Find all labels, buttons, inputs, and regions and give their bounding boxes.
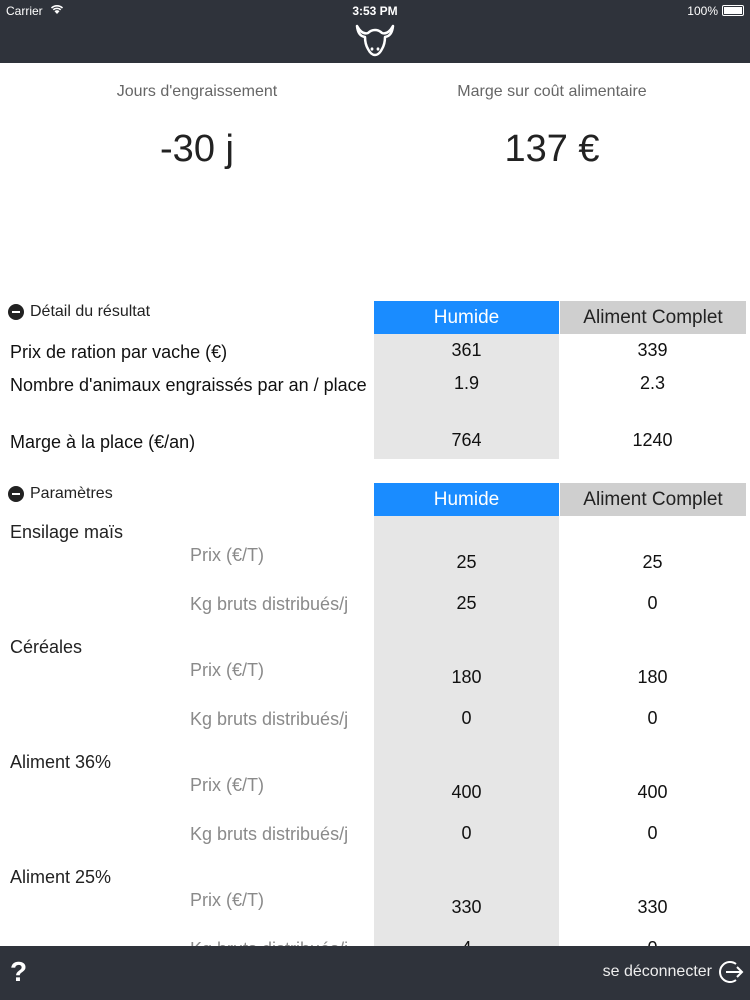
parametres-humide-column-bg <box>374 516 559 946</box>
battery-icon <box>722 5 744 16</box>
prix-label: Prix (€/T) <box>190 660 264 680</box>
group-label: Aliment 25% <box>10 867 112 887</box>
clock: 3:53 PM <box>352 4 398 18</box>
kg-label: Kg bruts distribués/j <box>190 709 349 729</box>
bottom-bar: ? se déconnecter <box>0 946 750 1000</box>
jours-engraissement-label: Jours d'engraissement <box>116 83 278 100</box>
detail-row-label: Prix de ration par vache (€) <box>10 342 228 362</box>
detail-cell-aliment: 2.3 <box>639 373 666 393</box>
logout-button[interactable]: se déconnecter <box>603 958 744 986</box>
logout-arrow-icon <box>716 958 744 986</box>
parametres-column-aliment-complet[interactable]: Aliment Complet <box>560 483 746 516</box>
kg-humide-input[interactable]: 25 <box>374 593 559 614</box>
battery-percent: 100% <box>687 4 718 18</box>
detail-column-humide[interactable]: Humide <box>374 301 559 334</box>
detail-cell-humide: 764 <box>451 430 482 450</box>
prix-label: Prix (€/T) <box>190 890 264 910</box>
detail-row-label: Marge à la place (€/an) <box>10 432 196 452</box>
prix-humide-input[interactable]: 330 <box>374 897 559 918</box>
kg-humide-input[interactable]: 0 <box>374 708 559 729</box>
detail-cell-aliment: 1240 <box>632 430 673 450</box>
prix-aliment-input[interactable]: 400 <box>560 782 745 803</box>
marge-cout-value: 137 € <box>504 128 600 170</box>
prix-humide-input[interactable]: 180 <box>374 667 559 688</box>
kg-aliment-input[interactable]: 0 <box>560 823 745 844</box>
detail-section-title: Détail du résultat <box>30 303 151 320</box>
help-button[interactable]: ? <box>10 956 27 988</box>
kg-label: Kg bruts distribués/j <box>190 824 349 844</box>
logout-label: se déconnecter <box>602 963 712 980</box>
marge-cout-label: Marge sur coût alimentaire <box>457 83 647 100</box>
collapse-minus-icon <box>8 486 24 502</box>
prix-humide-input[interactable]: 25 <box>374 552 559 573</box>
kg-aliment-input[interactable]: 0 <box>560 708 745 729</box>
detail-cell-aliment: 339 <box>637 340 668 360</box>
kg-aliment-input[interactable]: 0 <box>560 593 745 614</box>
group-label: Ensilage maïs <box>10 522 124 542</box>
status-bar: Carrier 3:53 PM 100% <box>0 0 750 20</box>
top-bar: Carrier 3:53 PM 100% <box>0 0 750 63</box>
prix-humide-input[interactable]: 400 <box>374 782 559 803</box>
parametres-section-toggle[interactable]: Paramètres <box>8 485 113 503</box>
prix-label: Prix (€/T) <box>190 545 264 565</box>
group-label: Aliment 36% <box>10 752 112 772</box>
prix-label: Prix (€/T) <box>190 775 264 795</box>
detail-cell-humide: 1.9 <box>453 373 480 393</box>
collapse-minus-icon <box>8 304 24 320</box>
prix-aliment-input[interactable]: 330 <box>560 897 745 918</box>
cow-head-logo-icon <box>354 22 396 58</box>
jours-engraissement-value: -30 j <box>160 128 234 170</box>
prix-aliment-input[interactable]: 180 <box>560 667 745 688</box>
detail-column-aliment-complet[interactable]: Aliment Complet <box>560 301 746 334</box>
kg-label: Kg bruts distribués/j <box>190 594 349 614</box>
kg-humide-input[interactable]: 0 <box>374 823 559 844</box>
detail-cell-humide: 361 <box>451 340 482 360</box>
group-label: Céréales <box>10 637 83 657</box>
parametres-column-humide[interactable]: Humide <box>374 483 559 516</box>
detail-row-label: Nombre d'animaux engraissés par an / pla… <box>10 375 367 395</box>
detail-section-toggle[interactable]: Détail du résultat <box>8 303 150 321</box>
parametres-section-title: Paramètres <box>30 485 113 502</box>
prix-aliment-input[interactable]: 25 <box>560 552 745 573</box>
